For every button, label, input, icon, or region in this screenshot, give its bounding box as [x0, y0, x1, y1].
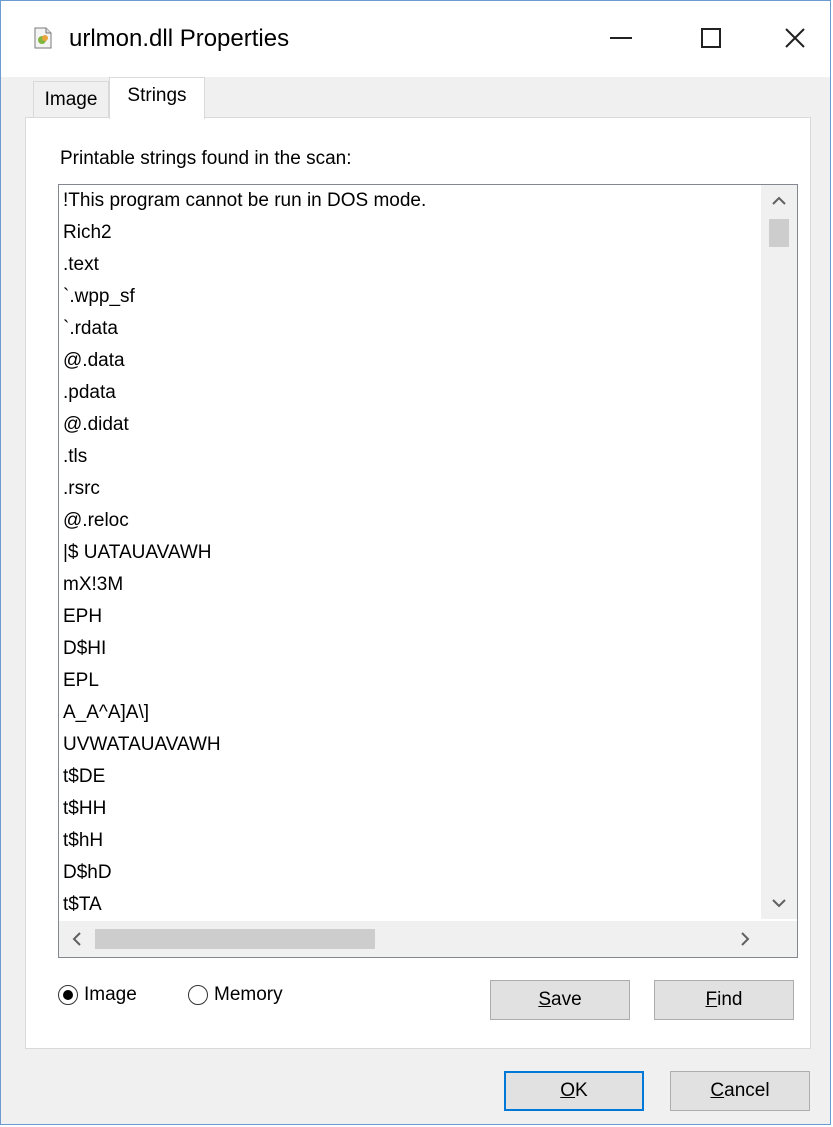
find-label: ind: [717, 989, 743, 1010]
list-item[interactable]: .text: [59, 249, 759, 281]
list-item[interactable]: EPL: [59, 665, 759, 697]
list-item[interactable]: |$ UATAUAVAWH: [59, 537, 759, 569]
list-item[interactable]: .tls: [59, 441, 759, 473]
tab-strings[interactable]: Strings: [109, 77, 205, 119]
cancel-button[interactable]: Cancel: [670, 1071, 810, 1111]
list-item[interactable]: UVWATAUAVAWH: [59, 729, 759, 761]
scroll-up-icon[interactable]: [761, 185, 797, 217]
close-button[interactable]: [765, 15, 825, 61]
cancel-mnemonic: C: [710, 1080, 725, 1101]
properties-window: urlmon.dll Properties Image Strings Prin…: [0, 0, 831, 1125]
radio-checked-icon[interactable]: [58, 985, 78, 1005]
list-item[interactable]: mX!3M: [59, 569, 759, 601]
title-bar[interactable]: urlmon.dll Properties: [1, 1, 830, 77]
list-item[interactable]: Rich2: [59, 217, 759, 249]
maximize-icon: [701, 28, 721, 48]
list-item[interactable]: `.rdata: [59, 313, 759, 345]
scrollbar-corner: [761, 921, 797, 957]
list-item[interactable]: t$TA: [59, 889, 759, 919]
list-item[interactable]: @.data: [59, 345, 759, 377]
list-item[interactable]: t$DE: [59, 761, 759, 793]
image-radio-label: Image: [84, 984, 137, 1005]
scroll-down-icon[interactable]: [761, 887, 797, 919]
find-button[interactable]: Find: [654, 980, 794, 1020]
minimize-button[interactable]: [591, 15, 651, 61]
list-item[interactable]: @.didat: [59, 409, 759, 441]
radio-unchecked-icon[interactable]: [188, 985, 208, 1005]
save-mnemonic: S: [538, 989, 552, 1010]
find-mnemonic: F: [705, 989, 718, 1010]
horizontal-scrollbar[interactable]: [59, 921, 763, 957]
list-item[interactable]: !This program cannot be run in DOS mode.: [59, 185, 759, 217]
vertical-scrollbar[interactable]: [761, 185, 797, 919]
strings-listbox[interactable]: !This program cannot be run in DOS mode.…: [58, 184, 798, 958]
ok-label: K: [575, 1080, 588, 1101]
strings-list-label: Printable strings found in the scan:: [60, 148, 352, 169]
window-title: urlmon.dll Properties: [69, 25, 290, 52]
save-button[interactable]: Save: [490, 980, 630, 1020]
cancel-label: ancel: [724, 1080, 770, 1101]
dll-file-icon: [34, 27, 52, 49]
memory-radio[interactable]: Memory: [188, 984, 283, 1006]
ok-mnemonic: O: [560, 1080, 576, 1101]
list-item[interactable]: t$hH: [59, 825, 759, 857]
list-item[interactable]: t$HH: [59, 793, 759, 825]
list-item[interactable]: .rsrc: [59, 473, 759, 505]
image-radio[interactable]: Image: [58, 984, 137, 1006]
maximize-button[interactable]: [681, 15, 741, 61]
close-icon: [785, 28, 805, 48]
horizontal-scroll-thumb[interactable]: [95, 929, 375, 949]
list-item[interactable]: EPH: [59, 601, 759, 633]
ok-button[interactable]: OK: [504, 1071, 644, 1111]
minimize-icon: [610, 37, 632, 39]
list-item[interactable]: D$HI: [59, 633, 759, 665]
list-item[interactable]: A_A^A]A\]: [59, 697, 759, 729]
memory-radio-label: Memory: [214, 984, 283, 1005]
tab-image[interactable]: Image: [33, 81, 109, 117]
vertical-scroll-thumb[interactable]: [769, 219, 789, 247]
list-item[interactable]: @.reloc: [59, 505, 759, 537]
list-item[interactable]: D$hD: [59, 857, 759, 889]
scroll-left-icon[interactable]: [59, 921, 95, 957]
strings-tab-panel: Printable strings found in the scan: !Th…: [25, 117, 811, 1049]
save-label: ave: [551, 989, 582, 1010]
strings-list[interactable]: !This program cannot be run in DOS mode.…: [59, 185, 759, 919]
list-item[interactable]: `.wpp_sf: [59, 281, 759, 313]
scroll-right-icon[interactable]: [727, 921, 763, 957]
list-item[interactable]: .pdata: [59, 377, 759, 409]
